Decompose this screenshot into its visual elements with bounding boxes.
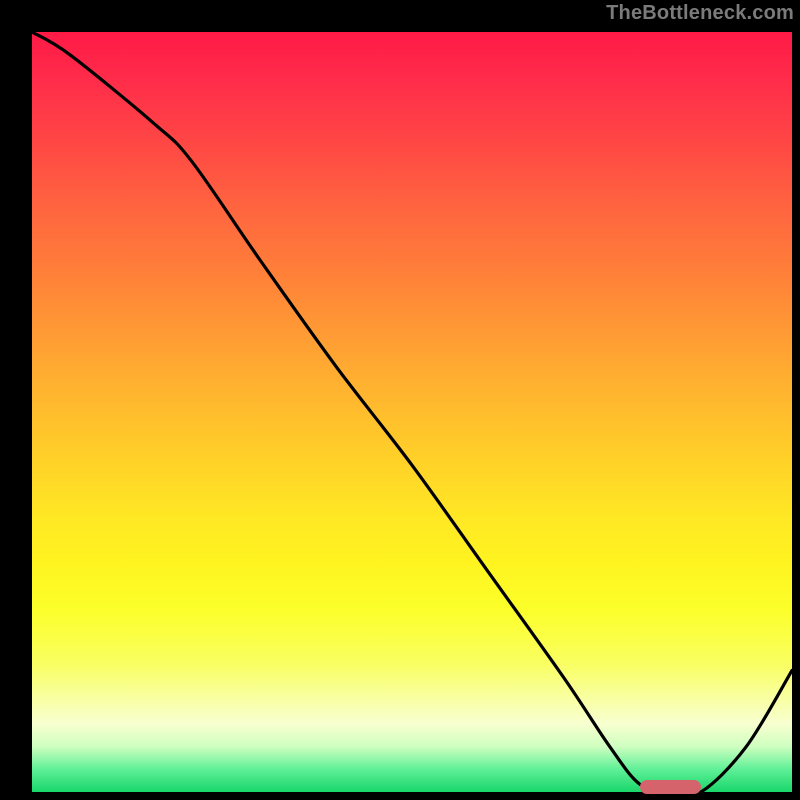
plot-area [32,32,792,792]
curve-svg [32,32,792,792]
bottleneck-curve [32,32,792,792]
watermark-text: TheBottleneck.com [606,2,794,25]
optimal-range-marker [640,780,701,794]
chart-frame: TheBottleneck.com [0,0,800,800]
